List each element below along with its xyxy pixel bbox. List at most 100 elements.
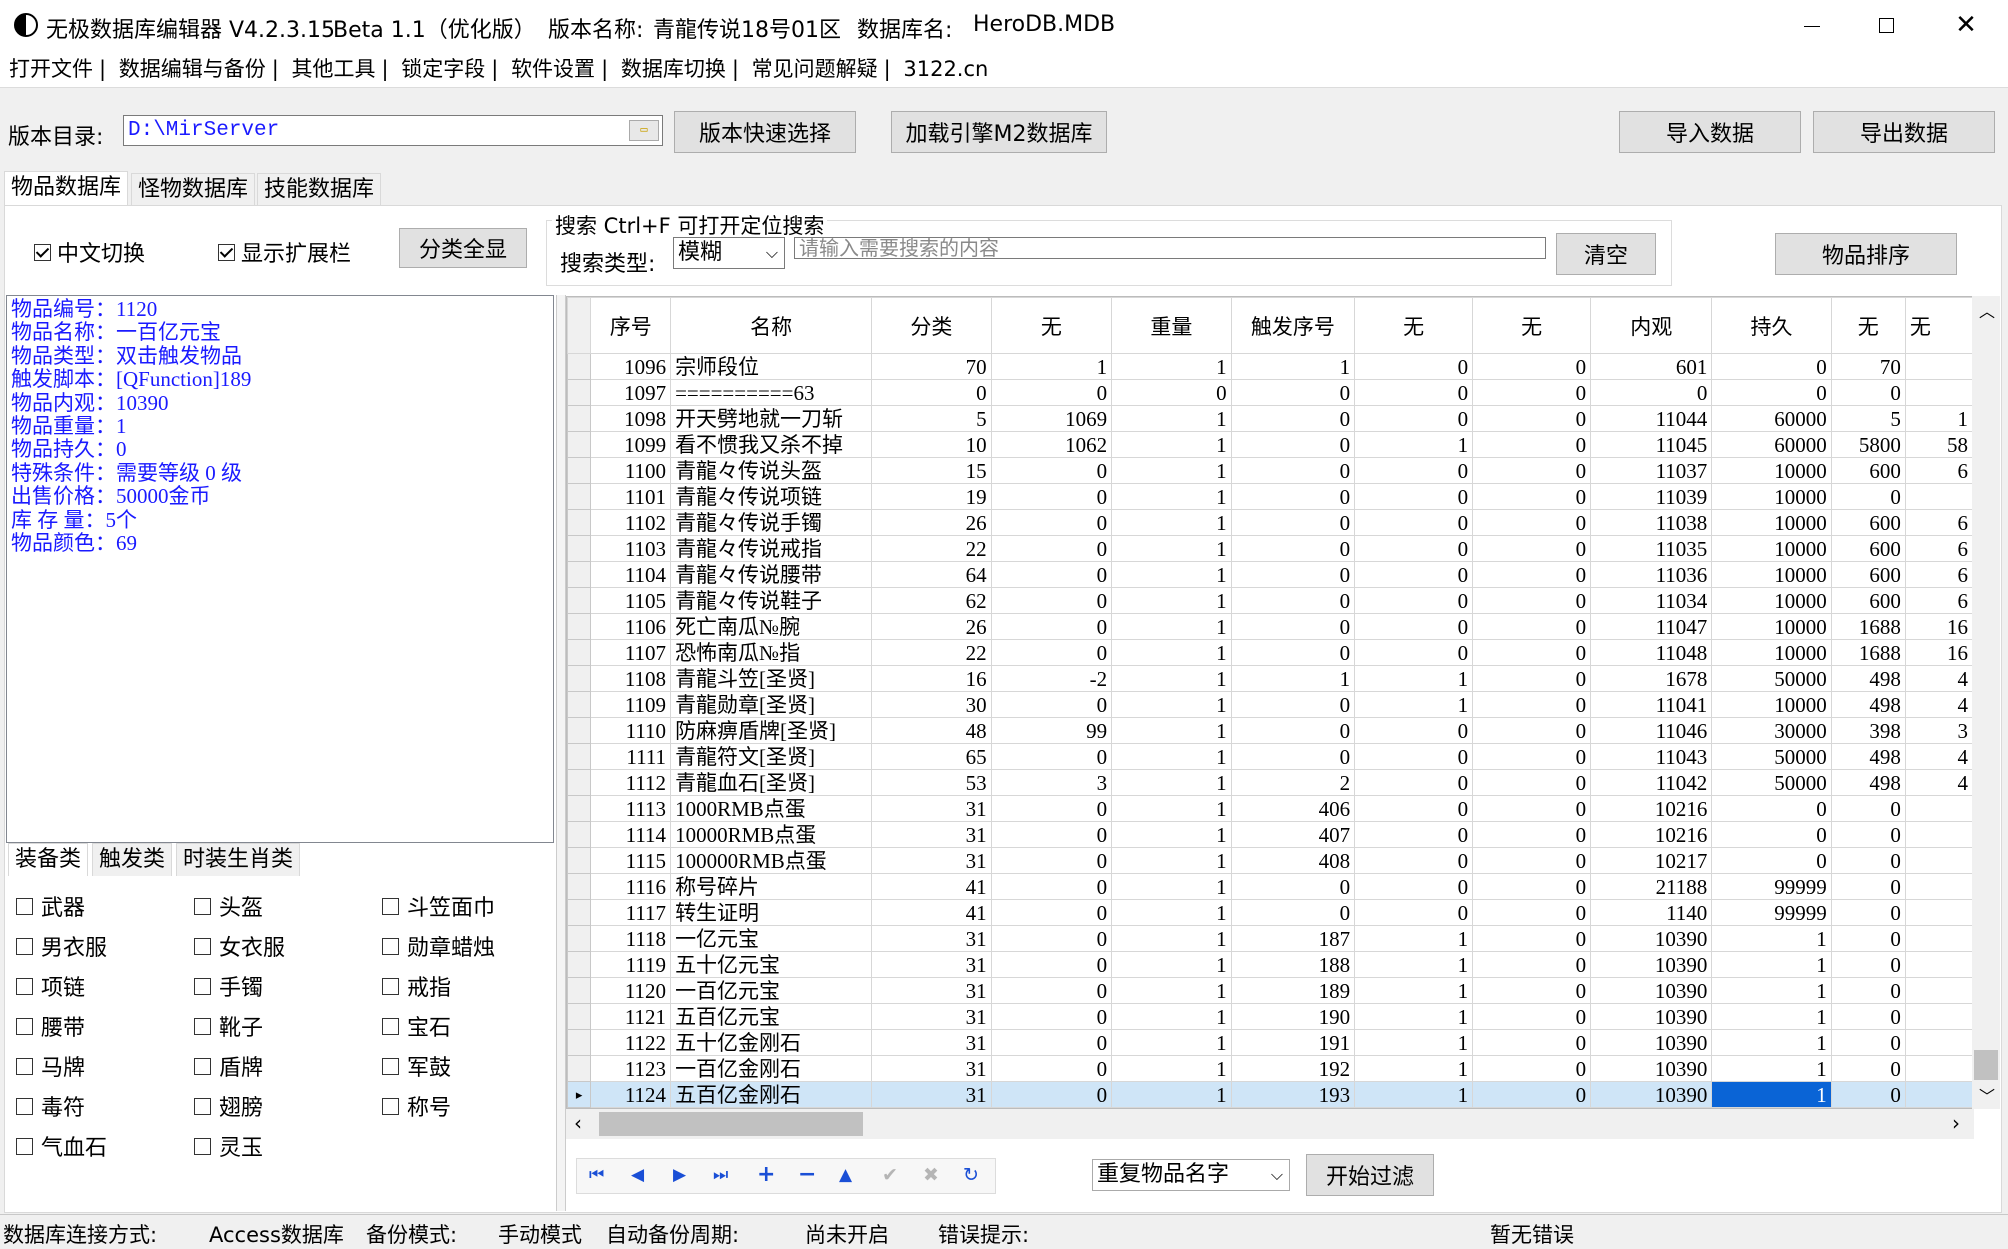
table-cell[interactable]: 0 [990,561,1113,588]
table-cell[interactable]: 五百亿元宝 [670,1003,873,1030]
table-cell[interactable]: 0 [990,977,1113,1004]
table-cell[interactable]: 1102 [590,509,672,536]
table-row[interactable]: 1120 一百亿元宝 31 0 1 189 1 0 10390 1 0 [567,977,1973,1004]
tab-equipment[interactable]: 装备类 [8,843,89,877]
table-cell[interactable] [1904,925,1973,952]
scroll-up-icon[interactable]: ︿ [1979,298,1995,322]
export-button[interactable]: 导出数据 [1813,111,1995,153]
table-row[interactable]: 1107 恐怖南瓜№指 22 0 1 0 0 0 11048 10000 1688 16 [567,639,1973,666]
tab-trigger[interactable]: 触发类 [92,843,173,877]
table-row[interactable]: 1117 转生证明 41 0 1 0 0 0 1140 99999 0 [567,899,1973,926]
table-cell[interactable]: 1123 [590,1055,672,1082]
table-cell[interactable]: 0 [1354,613,1474,640]
equip-checkbox[interactable]: 靴子 [194,1010,263,1042]
table-cell[interactable]: 6 [1904,535,1973,562]
table-cell[interactable]: 0 [990,899,1113,926]
table-cell[interactable]: 1 [1711,951,1832,978]
table-cell[interactable]: 31 [871,925,992,952]
table-cell[interactable]: 0 [1472,977,1592,1004]
table-cell[interactable]: 1114 [590,821,672,848]
table-cell[interactable]: 1 [1711,1003,1832,1030]
equip-checkbox[interactable]: 灵玉 [194,1130,263,1162]
table-cell[interactable]: 一百亿金刚石 [670,1055,873,1082]
table-cell[interactable]: 0 [1230,587,1356,614]
table-cell[interactable]: 1 [1111,795,1232,822]
table-cell[interactable]: 1688 [1830,639,1906,666]
table-cell[interactable]: 3 [990,769,1113,796]
table-cell[interactable]: 1 [1111,821,1232,848]
column-header[interactable]: 分类 [871,297,992,354]
table-cell[interactable]: 26 [871,509,992,536]
table-cell[interactable]: 0 [1472,795,1592,822]
table-row[interactable]: 1111 青龍符文[圣贤] 65 0 1 0 0 0 11043 50000 498 4 [567,743,1973,770]
table-cell[interactable]: 五百亿金刚石 [670,1081,873,1108]
table-row[interactable]: 1101 青龍々传说项链 19 0 1 0 0 0 11039 10000 0 [567,483,1973,510]
table-cell[interactable]: 恐怖南瓜№指 [670,639,873,666]
table-cell[interactable]: 0 [1472,405,1592,432]
table-cell[interactable]: 0 [1230,379,1356,406]
table-cell[interactable]: 1 [1111,1055,1232,1082]
row-indicator[interactable] [567,561,592,588]
table-cell[interactable]: 6 [1904,561,1973,588]
table-cell[interactable]: 0 [1230,899,1356,926]
search-type-select[interactable]: 模糊 ⌵ [673,237,785,269]
row-indicator[interactable] [567,353,592,380]
table-cell[interactable]: 19 [871,483,992,510]
table-cell[interactable]: 0 [990,1081,1113,1108]
table-cell[interactable]: 0 [1472,483,1592,510]
table-cell[interactable]: 11038 [1590,509,1713,536]
table-cell[interactable]: 10000 [1711,561,1832,588]
table-cell[interactable]: 1140 [1590,899,1713,926]
table-cell[interactable] [1904,795,1973,822]
table-cell[interactable]: 1124 [590,1081,672,1108]
table-cell[interactable]: 100000RMB点蛋 [670,847,873,874]
table-cell[interactable]: 1098 [590,405,672,432]
table-cell[interactable]: 498 [1830,691,1906,718]
item-grid[interactable]: 序号 名称 分类无重量 触发序号无无内观 持久无无 1096 宗师段位 70 1 1 1 0 0 601… [566,296,1974,1109]
row-indicator[interactable] [567,613,592,640]
table-cell[interactable]: 1 [1111,613,1232,640]
table-cell[interactable]: 53 [871,769,992,796]
menu-open-file[interactable]: 打开文件 [3,52,99,86]
table-cell[interactable]: 1096 [590,353,672,380]
table-cell[interactable]: 0 [1472,509,1592,536]
row-indicator[interactable] [567,821,592,848]
table-cell[interactable]: 1 [1111,899,1232,926]
table-cell[interactable]: 1 [1904,405,1973,432]
column-header[interactable]: 无 [1830,297,1906,354]
table-cell[interactable]: 0 [1472,1003,1592,1030]
column-header[interactable]: 无 [1472,297,1592,354]
clear-button[interactable]: 清空 [1556,233,1656,275]
table-cell[interactable]: 0 [1230,535,1356,562]
table-cell[interactable]: 1000RMB点蛋 [670,795,873,822]
column-header[interactable]: 无 [1904,297,1973,354]
nav-delete-icon[interactable]: − [798,1162,816,1187]
table-cell[interactable]: 10000 [1711,509,1832,536]
table-cell[interactable]: 1 [1354,665,1474,692]
table-cell[interactable]: 1 [1354,1055,1474,1082]
table-cell[interactable]: 0 [1830,379,1906,406]
table-cell[interactable]: 0 [1230,743,1356,770]
table-cell[interactable]: 0 [1472,587,1592,614]
table-cell[interactable]: 0 [1590,379,1713,406]
row-indicator[interactable] [567,665,592,692]
table-cell[interactable]: 0 [1711,795,1832,822]
table-cell[interactable]: 11047 [1590,613,1713,640]
menu-edit-backup[interactable]: 数据编辑与备份 [113,52,272,86]
grid-horizontal-scrollbar[interactable]: ‹ › [566,1109,1974,1139]
table-cell[interactable]: 1 [1354,925,1474,952]
table-cell[interactable]: 10 [871,431,992,458]
table-cell[interactable]: 五十亿元宝 [670,951,873,978]
table-cell[interactable]: 11043 [1590,743,1713,770]
table-cell[interactable]: 10000 [1711,587,1832,614]
table-cell[interactable]: 0 [1472,821,1592,848]
table-row[interactable]: ▸ 1124 五百亿金刚石 31 0 1 193 1 0 10390 1 0 [567,1081,1973,1108]
table-cell[interactable]: 10000RMB点蛋 [670,821,873,848]
table-cell[interactable]: 1 [1711,1029,1832,1056]
table-cell[interactable]: 0 [1354,587,1474,614]
table-cell[interactable]: 1 [1111,535,1232,562]
table-cell[interactable]: 0 [1354,769,1474,796]
table-cell[interactable]: 0 [1230,639,1356,666]
nav-last-icon[interactable]: ⏭ [713,1165,728,1185]
table-cell[interactable]: 1 [1111,665,1232,692]
